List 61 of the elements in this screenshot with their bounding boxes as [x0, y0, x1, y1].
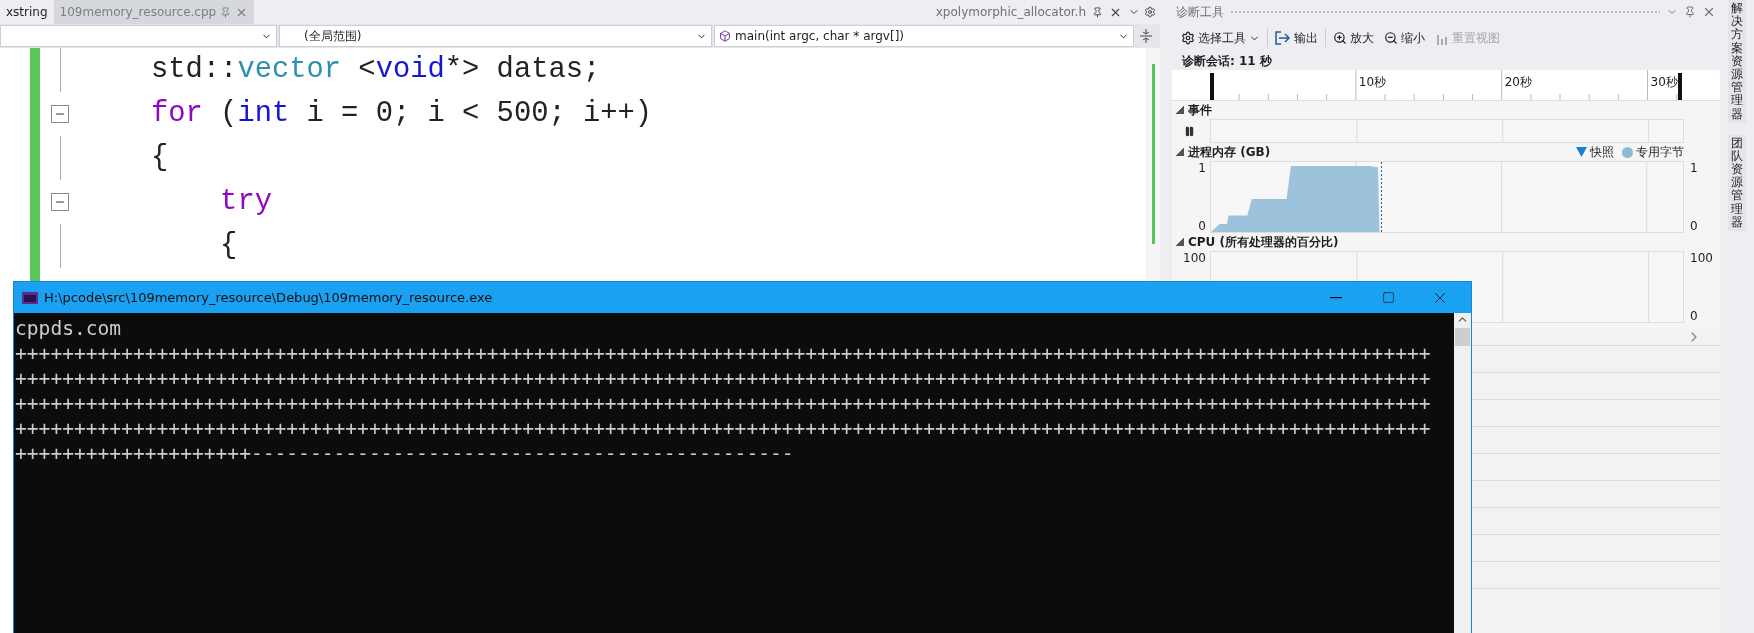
axis-label: 0: [1198, 219, 1206, 233]
window-title: H:\pcode\src\109memory_resource\Debug\109memory_resource.exe: [44, 290, 493, 305]
pause-icon[interactable]: [1183, 125, 1195, 137]
toolbar-button[interactable]: 选择工具: [1178, 27, 1263, 49]
terminal-icon: [22, 291, 38, 304]
maximize-icon: [1381, 291, 1395, 304]
console-line: ++++++++++++++++++++++++++++++++++++++++++++++++++++++++++++++++++++++++++++++++++++++++++++++++++++++++++++++++++++++++: [15, 366, 1432, 391]
scope-dropdown[interactable]: (全局范围): [279, 25, 712, 47]
console-line: ++++++++++++++++++++++++++++++++++++++++++++++++++++++++++++++++++++++++++++++++++++++++++++++++++++++++++++++++++++++++: [15, 341, 1432, 366]
code-line: for (int i = 0; i < 500; i++): [151, 96, 654, 132]
pin-icon[interactable]: [220, 6, 232, 18]
side-tab[interactable]: 团队资源管理器: [1728, 134, 1746, 231]
toolbar-button[interactable]: 缩小: [1381, 27, 1428, 49]
collapse-toggle[interactable]: [51, 105, 69, 123]
settings-icon[interactable]: [1144, 6, 1156, 18]
zoom-out-icon: [1384, 31, 1398, 45]
pin-icon[interactable]: [1092, 6, 1103, 18]
toolbar-button[interactable]: 放大: [1330, 27, 1377, 49]
axis-label: 100: [1690, 251, 1714, 265]
member-dropdown[interactable]: main(int argc, char * argv[]): [714, 25, 1134, 47]
console-line: cppds.com: [15, 316, 123, 341]
section-title: 事件: [1188, 101, 1212, 119]
session-label: 诊断会话: 11 秒: [1172, 52, 1720, 70]
arrow-out-icon: [1275, 31, 1291, 45]
axis-label: 1: [1198, 161, 1206, 175]
time-cursor-line: [1380, 162, 1382, 232]
panel-title: 诊断工具: [1176, 3, 1224, 21]
editor-tab[interactable]: xpolymorphic_allocator.h: [929, 0, 1092, 24]
split-icon[interactable]: [1140, 29, 1152, 43]
code-line: {: [219, 228, 239, 264]
expand-arrow-icon[interactable]: [1176, 106, 1184, 114]
section-title: 进程内存 (GB): [1188, 143, 1271, 161]
settings-icon: [1181, 31, 1195, 45]
scrollbar-thumb[interactable]: [1455, 328, 1470, 346]
axis-label: 100: [1183, 251, 1206, 265]
console-line: ++++++++++++++++++++++++++++++++++++++++++++++++++++++++++++++++++++++++++++++++++++++++++++++++++++++++++++++++++++++++: [15, 391, 1432, 416]
cube-icon: [719, 30, 731, 42]
legend-item: 快照: [1576, 143, 1614, 161]
tick-label: 20秒: [1503, 74, 1532, 91]
tick-label: 30秒: [1649, 74, 1678, 91]
minimize-icon: [1330, 296, 1342, 299]
collapse-toggle[interactable]: [51, 193, 69, 211]
console-line: ++++++++++++++++++++++++++++++++++++++++++++++++++++++++++++++++++++++++++++++++++++++++++++++++++++++++++++++++++++++++: [15, 416, 1432, 441]
axis-label: 1: [1690, 161, 1699, 175]
side-tab[interactable]: 解决方案资源管理器: [1728, 0, 1746, 123]
code-line: std::vector <void*> datas;: [151, 52, 602, 88]
axis-label: 0: [1690, 219, 1699, 233]
code-line: try: [219, 184, 273, 220]
close-icon[interactable]: [1702, 5, 1716, 19]
tick-label: 10秒: [1357, 74, 1387, 91]
expand-arrow-icon[interactable]: [1176, 148, 1184, 156]
editor-tab[interactable]: xstring: [0, 0, 54, 24]
axis-label: 0: [1690, 309, 1699, 323]
console-line: ++++++++++++++++++++----------------------------------------------: [15, 441, 795, 466]
code-line: {: [151, 140, 170, 176]
section-title: CPU (所有处理器的百分比): [1188, 233, 1339, 251]
expand-arrow-icon[interactable]: [1176, 238, 1184, 246]
zoom-in-icon: [1333, 31, 1347, 45]
legend-item: 专用字节: [1622, 143, 1684, 161]
toolbar-button[interactable]: 输出: [1272, 27, 1321, 49]
pin-icon[interactable]: [1684, 6, 1696, 18]
